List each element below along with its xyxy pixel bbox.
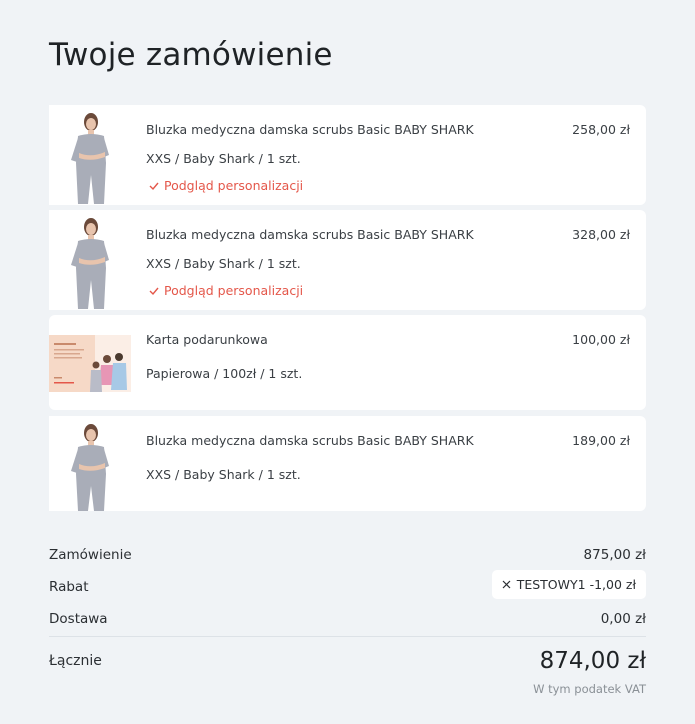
close-icon[interactable]	[502, 580, 511, 589]
check-icon	[149, 287, 159, 295]
product-name[interactable]: Bluzka medyczna damska scrubs Basic BABY…	[146, 122, 474, 137]
product-price: 100,00 zł	[572, 332, 630, 347]
discount-label: Rabat	[49, 579, 89, 595]
product-image	[49, 105, 131, 205]
cart-item: Bluzka medyczna damska scrubs Basic BABY…	[49, 210, 646, 310]
total-label: Łącznie	[49, 653, 102, 669]
product-name[interactable]: Bluzka medyczna damska scrubs Basic BABY…	[146, 227, 474, 242]
cart-item: Karta podarunkowa Papierowa / 100zł / 1 …	[49, 315, 646, 410]
personalization-preview-link[interactable]: Podgląd personalizacji	[149, 283, 303, 298]
product-variant: XXS / Baby Shark / 1 szt.	[146, 467, 301, 482]
gift-card-image	[49, 335, 131, 392]
product-variant: XXS / Baby Shark / 1 szt.	[146, 256, 301, 271]
cart-item: Bluzka medyczna damska scrubs Basic BABY…	[49, 416, 646, 511]
order-subtotal-value: 875,00 zł	[583, 547, 646, 563]
product-image	[49, 210, 131, 310]
product-price: 258,00 zł	[572, 122, 630, 137]
discount-code-text: TESTOWY1 -1,00 zł	[516, 577, 636, 592]
check-icon	[149, 182, 159, 190]
personalization-label: Podgląd personalizacji	[164, 178, 304, 193]
product-variant: XXS / Baby Shark / 1 szt.	[146, 151, 301, 166]
product-image	[49, 416, 131, 511]
total-value: 874,00 zł	[539, 648, 646, 674]
order-subtotal-label: Zamówienie	[49, 547, 132, 563]
product-name[interactable]: Bluzka medyczna damska scrubs Basic BABY…	[146, 433, 474, 448]
summary-divider	[49, 636, 646, 637]
product-price: 328,00 zł	[572, 227, 630, 242]
page-title: Twoje zamówienie	[49, 37, 333, 73]
product-variant: Papierowa / 100zł / 1 szt.	[146, 366, 303, 381]
cart-item: Bluzka medyczna damska scrubs Basic BABY…	[49, 105, 646, 205]
discount-code-chip[interactable]: TESTOWY1 -1,00 zł	[491, 570, 646, 599]
personalization-preview-link[interactable]: Podgląd personalizacji	[149, 178, 303, 193]
shipping-label: Dostawa	[49, 611, 108, 627]
product-name[interactable]: Karta podarunkowa	[146, 332, 268, 347]
product-price: 189,00 zł	[572, 433, 630, 448]
order-summary-page: Twoje zamówienie Bluzka medyczna damska …	[0, 0, 695, 724]
shipping-value: 0,00 zł	[600, 611, 646, 627]
personalization-label: Podgląd personalizacji	[164, 283, 304, 298]
vat-note: W tym podatek VAT	[533, 682, 646, 696]
